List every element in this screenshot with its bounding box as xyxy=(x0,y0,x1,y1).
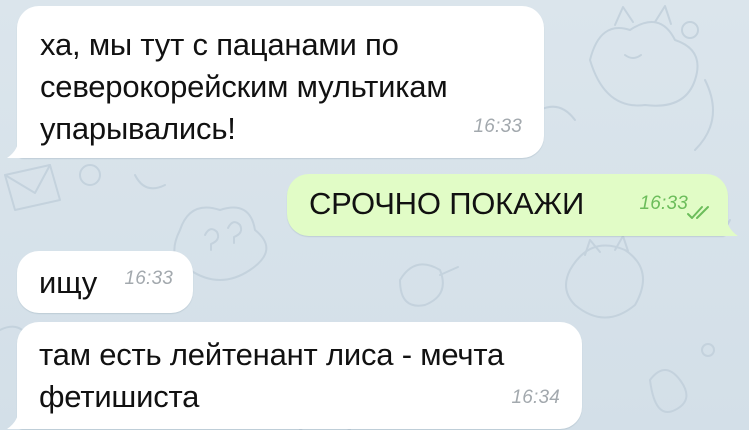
message-bubble-incoming[interactable]: там есть лейтенант лиса - мечта фетишист… xyxy=(7,322,582,429)
double-check-icon xyxy=(687,206,709,219)
message-bubble-incoming[interactable]: ищу 16:33 xyxy=(17,251,193,313)
message-bubble-outgoing[interactable]: СРОЧНО ПОКАЖИ 16:33 xyxy=(287,174,738,236)
message-timestamp: 16:34 xyxy=(511,387,560,408)
bubble-tail xyxy=(714,214,738,236)
message-bubble-incoming[interactable]: ха, мы тут с пацанами по северокорейским… xyxy=(7,6,544,158)
message-timestamp: 16:33 xyxy=(639,193,688,214)
message-timestamp: 16:33 xyxy=(473,116,522,137)
message-timestamp: 16:33 xyxy=(124,268,173,289)
message-text-line: фетишиста xyxy=(39,379,200,414)
message-text-line: там есть лейтенант лиса - мечта xyxy=(39,337,505,372)
message-text-line: ха, мы тут с пацанами по xyxy=(40,27,399,62)
message-text-line: упарывались! xyxy=(40,111,236,146)
message-text-line: северокорейским мультикам xyxy=(40,69,448,104)
bubble-tail xyxy=(7,407,31,429)
bubble-tail xyxy=(7,136,31,158)
